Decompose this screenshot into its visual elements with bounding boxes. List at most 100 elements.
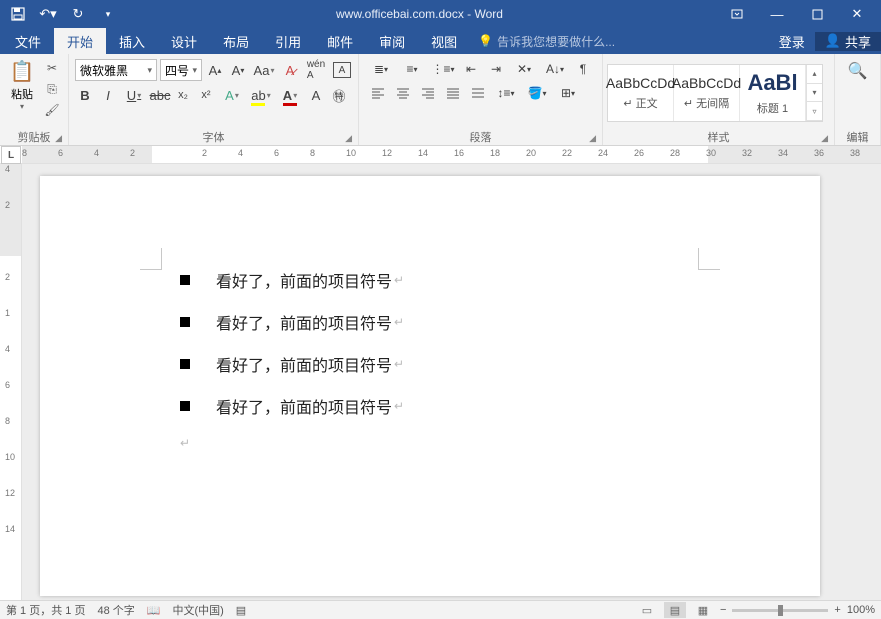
chevron-up-icon[interactable]: ▴ [806, 65, 822, 84]
list-item[interactable]: 看好了，前面的项目符号↵ [160, 352, 700, 376]
sort-icon[interactable]: A↓▾ [541, 59, 569, 79]
login-button[interactable]: 登录 [769, 32, 815, 51]
align-justify-icon[interactable] [442, 83, 464, 103]
list-item[interactable]: 看好了，前面的项目符号↵ [160, 394, 700, 418]
status-words[interactable]: 48 个字 [97, 602, 134, 618]
page[interactable]: 看好了，前面的项目符号↵看好了，前面的项目符号↵看好了，前面的项目符号↵看好了，… [40, 176, 820, 596]
copy-icon[interactable]: ⎘ [42, 80, 62, 98]
proofing-icon[interactable]: 📖 [147, 604, 161, 617]
minimize-icon[interactable]: — [757, 2, 797, 26]
tab-home[interactable]: 开始 [54, 28, 106, 54]
style-nospacing[interactable]: AaBbCcDd↵ 无间隔 [674, 65, 740, 121]
qat-more-icon[interactable]: ▾ [94, 2, 122, 26]
style-normal[interactable]: AaBbCcDd↵ 正文 [608, 65, 674, 121]
zoom-level[interactable]: 100% [847, 604, 875, 616]
phonetic-guide-icon[interactable]: wénA [303, 60, 329, 80]
maximize-icon[interactable] [797, 2, 837, 26]
shading-icon[interactable]: 🪣▾ [523, 83, 551, 103]
print-layout-icon[interactable]: ▤ [664, 602, 686, 618]
dialog-launcher-icon[interactable]: ◢ [345, 133, 352, 144]
redo-icon[interactable]: ↻ [64, 2, 92, 26]
highlight-icon[interactable]: ab▾ [248, 85, 274, 105]
undo-icon[interactable]: ↶▾ [34, 2, 62, 26]
font-name-combo[interactable]: 微软雅黑▾ [75, 59, 157, 81]
borders-icon[interactable]: ⊞▾ [554, 83, 582, 103]
status-lang[interactable]: 中文(中国) [172, 602, 223, 618]
char-border-icon[interactable]: A [332, 60, 352, 80]
list-item[interactable]: 看好了，前面的项目符号↵ [160, 310, 700, 334]
share-button[interactable]: 👤共享 [815, 32, 881, 51]
tab-mail[interactable]: 邮件 [314, 28, 366, 54]
paste-icon[interactable]: 📋 [10, 59, 35, 84]
tab-view[interactable]: 视图 [418, 28, 470, 54]
bold-button[interactable]: B [75, 85, 95, 105]
paragraph-mark: ↵ [394, 315, 404, 329]
underline-button[interactable]: U▾ [121, 85, 147, 105]
align-dist-icon[interactable] [467, 83, 489, 103]
ribbon: 📋 粘贴 ▾ ✂ ⎘ 🖌 剪贴板◢ 微软雅黑▾ 四号▾ A▴ A▾ Aa▾ A̷… [0, 54, 881, 146]
char-shading-icon[interactable]: A [306, 85, 326, 105]
multilevel-icon[interactable]: ⋮≡▾ [429, 59, 457, 79]
horizontal-ruler[interactable]: L 86422468101214161820222426283032343638… [0, 146, 881, 164]
numbering-icon[interactable]: ≡▾ [398, 59, 426, 79]
chevron-down-icon[interactable]: ▾ [806, 84, 822, 103]
tab-selector[interactable]: L [1, 146, 21, 164]
tab-design[interactable]: 设计 [158, 28, 210, 54]
web-layout-icon[interactable]: ▦ [692, 602, 714, 618]
save-icon[interactable] [4, 2, 32, 26]
zoom-out-button[interactable]: − [720, 604, 726, 616]
align-center-icon[interactable] [392, 83, 414, 103]
tab-references[interactable]: 引用 [262, 28, 314, 54]
list-text[interactable]: 看好了，前面的项目符号 [216, 310, 392, 334]
zoom-in-button[interactable]: + [834, 604, 840, 616]
strike-button[interactable]: abc [150, 85, 170, 105]
group-styles: AaBbCcDd↵ 正文 AaBbCcDd↵ 无间隔 AaBl标题 1 ▴▾▿ … [603, 54, 835, 145]
status-page[interactable]: 第 1 页，共 1 页 [6, 602, 85, 618]
paste-button[interactable]: 粘贴 [11, 86, 33, 102]
format-painter-icon[interactable]: 🖌 [42, 101, 62, 119]
list-text[interactable]: 看好了，前面的项目符号 [216, 352, 392, 376]
gallery-scroll[interactable]: ▴▾▿ [806, 65, 822, 121]
tab-file[interactable]: 文件 [2, 28, 54, 54]
list-text[interactable]: 看好了，前面的项目符号 [216, 268, 392, 292]
tab-layout[interactable]: 布局 [210, 28, 262, 54]
document-content[interactable]: 看好了，前面的项目符号↵看好了，前面的项目符号↵看好了，前面的项目符号↵看好了，… [160, 268, 700, 418]
indent-dec-icon[interactable]: ⇤ [460, 59, 482, 79]
close-icon[interactable]: ✕ [837, 2, 877, 26]
tab-insert[interactable]: 插入 [106, 28, 158, 54]
font-size-combo[interactable]: 四号▾ [160, 59, 202, 81]
cut-icon[interactable]: ✂ [42, 59, 62, 77]
line-spacing-icon[interactable]: ↕≡▾ [492, 83, 520, 103]
zoom-slider[interactable] [732, 609, 828, 612]
find-icon[interactable]: 🔍 [848, 61, 868, 81]
tell-me-input[interactable]: 💡告诉我您想要做什么... [470, 28, 623, 54]
dialog-launcher-icon[interactable]: ◢ [55, 133, 62, 144]
enclose-char-icon[interactable]: ㊕ [329, 85, 349, 105]
superscript-button[interactable]: x² [196, 85, 216, 105]
italic-button[interactable]: I [98, 85, 118, 105]
read-mode-icon[interactable]: ▭ [636, 602, 658, 618]
font-color-icon[interactable]: A▾ [277, 85, 303, 105]
list-text[interactable]: 看好了，前面的项目符号 [216, 394, 392, 418]
shrink-font-icon[interactable]: A▾ [228, 60, 248, 80]
show-marks-icon[interactable]: ¶ [572, 59, 594, 79]
list-item[interactable]: 看好了，前面的项目符号↵ [160, 268, 700, 292]
subscript-button[interactable]: x₂ [173, 85, 193, 105]
text-effects-icon[interactable]: A▾ [219, 85, 245, 105]
bullets-icon[interactable]: ≣▾ [367, 59, 395, 79]
change-case-icon[interactable]: Aa▾ [251, 60, 277, 80]
align-left-icon[interactable] [367, 83, 389, 103]
style-heading1[interactable]: AaBl标题 1 [740, 65, 806, 121]
ribbon-options-icon[interactable] [717, 2, 757, 26]
vertical-ruler[interactable]: 4221468101214 [0, 164, 22, 600]
grow-font-icon[interactable]: A▴ [205, 60, 225, 80]
more-icon[interactable]: ▿ [806, 102, 822, 121]
clear-format-icon[interactable]: A̷ [280, 60, 300, 80]
tab-review[interactable]: 审阅 [366, 28, 418, 54]
indent-inc-icon[interactable]: ⇥ [485, 59, 507, 79]
dialog-launcher-icon[interactable]: ◢ [821, 133, 828, 144]
align-right-icon[interactable] [417, 83, 439, 103]
dialog-launcher-icon[interactable]: ◢ [589, 133, 596, 144]
macro-icon[interactable]: ▤ [236, 604, 246, 617]
asian-layout-icon[interactable]: ✕▾ [510, 59, 538, 79]
